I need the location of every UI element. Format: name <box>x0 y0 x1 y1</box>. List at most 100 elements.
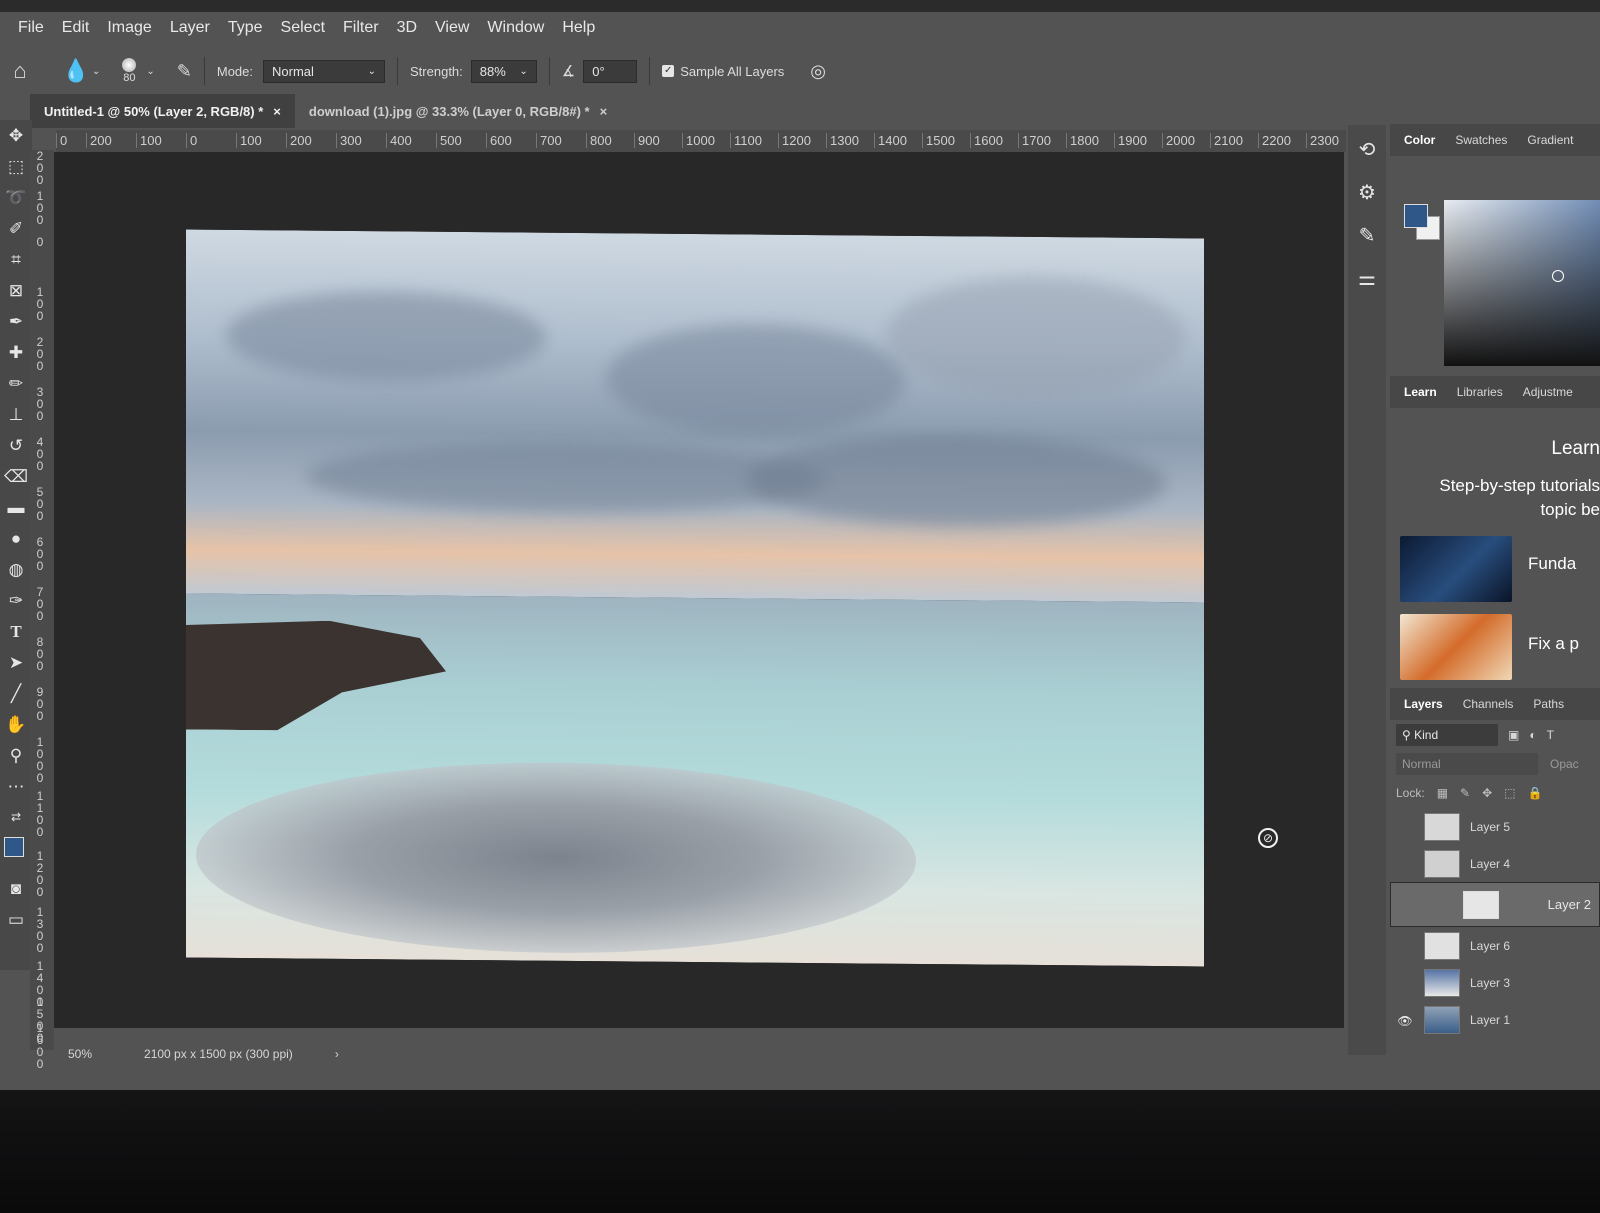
visibility-toggle[interactable] <box>1397 899 1415 911</box>
angle-icon: ∡ <box>561 63 576 80</box>
healing-brush-tool-icon[interactable]: ✚ <box>0 337 32 368</box>
more-tools-icon[interactable]: ⋯ <box>0 771 32 802</box>
layer-kind-filter[interactable]: ⚲ Kind <box>1396 724 1498 746</box>
mode-select[interactable]: Normal ⌄ <box>263 59 386 83</box>
quick-mask-icon[interactable]: ◙ <box>0 873 32 904</box>
brush-settings-icon[interactable]: ✎ <box>177 61 192 82</box>
layer-row[interactable]: Layer 6 <box>1390 927 1600 964</box>
marquee-tool-icon[interactable]: ⬚ <box>0 151 32 182</box>
history-icon[interactable]: ⟲ <box>1359 137 1376 162</box>
lock-transparent-icon[interactable]: ▦ <box>1437 786 1448 800</box>
pen-tool-icon[interactable]: ✑ <box>0 585 32 616</box>
pressure-icon[interactable]: ◎ <box>810 61 826 82</box>
visibility-toggle[interactable] <box>1396 858 1414 870</box>
sample-all-layers-checkbox[interactable]: ✓ <box>662 65 675 77</box>
menu-window[interactable]: Window <box>487 19 544 37</box>
tutorial-title[interactable]: Fix a p <box>1528 634 1579 654</box>
layer-row-selected[interactable]: Layer 2 <box>1390 882 1600 927</box>
tab-color[interactable]: Color <box>1404 133 1435 147</box>
menu-layer[interactable]: Layer <box>170 19 210 37</box>
foreground-color-swatch[interactable] <box>4 837 24 857</box>
menu-edit[interactable]: Edit <box>62 19 90 37</box>
blend-mode-select[interactable]: Normal <box>1396 753 1538 775</box>
hand-tool-icon[interactable]: ✋ <box>0 709 32 740</box>
layer-row[interactable]: 👁 Layer 1 <box>1390 1001 1600 1038</box>
color-picker-handle[interactable] <box>1552 270 1564 282</box>
frame-tool-icon[interactable]: ⊠ <box>0 275 32 306</box>
lasso-tool-icon[interactable]: ➰ <box>0 182 32 213</box>
brush-settings-panel-icon[interactable]: ✎ <box>1359 223 1376 248</box>
angle-field[interactable]: 0° <box>583 59 638 83</box>
menu-view[interactable]: View <box>435 19 469 37</box>
color-swatches[interactable] <box>0 833 33 873</box>
tab-untitled-1[interactable]: Untitled-1 @ 50% (Layer 2, RGB/8) * × <box>30 94 295 128</box>
lock-pixels-icon[interactable]: ✎ <box>1460 786 1470 800</box>
clone-stamp-tool-icon[interactable]: ⊥ <box>0 399 32 430</box>
menu-help[interactable]: Help <box>562 19 595 37</box>
brush-tool-icon[interactable]: ✏ <box>0 368 32 399</box>
brush-preset-picker[interactable]: 80 <box>122 58 137 84</box>
layer-row[interactable]: Layer 3 <box>1390 964 1600 1001</box>
tab-channels[interactable]: Channels <box>1463 697 1514 711</box>
lock-all-icon[interactable]: 🔒 <box>1528 786 1543 800</box>
crop-tool-icon[interactable]: ⌗ <box>0 244 32 275</box>
adjustment-filter-icon[interactable]: ◐ <box>1529 728 1536 742</box>
move-tool-icon[interactable]: ✥ <box>0 120 32 151</box>
lock-artboard-icon[interactable]: ⬚ <box>1504 786 1515 800</box>
visibility-toggle[interactable] <box>1396 821 1414 833</box>
layer-row[interactable]: Layer 5 <box>1390 808 1600 845</box>
tab-gradient[interactable]: Gradient <box>1527 133 1573 147</box>
dodge-tool-icon[interactable]: ◍ <box>0 554 32 585</box>
chevron-down-icon[interactable]: ⌄ <box>92 66 100 77</box>
eye-icon[interactable]: 👁 <box>1396 1014 1414 1028</box>
history-brush-tool-icon[interactable]: ↺ <box>0 430 32 461</box>
tab-layers[interactable]: Layers <box>1404 697 1443 711</box>
screen-mode-icon[interactable]: ▭ <box>0 904 32 935</box>
type-tool-icon[interactable]: T <box>0 616 32 647</box>
line-tool-icon[interactable]: ╱ <box>0 678 32 709</box>
eraser-tool-icon[interactable]: ⌫ <box>0 461 32 492</box>
tutorial-title[interactable]: Funda <box>1528 554 1576 574</box>
tab-learn[interactable]: Learn <box>1404 385 1437 399</box>
foreground-color-swatch[interactable] <box>1404 204 1428 228</box>
eyedropper-tool-icon[interactable]: ✒ <box>0 306 32 337</box>
strength-field[interactable]: 88% ⌄ <box>470 59 537 83</box>
tutorial-thumbnail[interactable] <box>1400 536 1512 602</box>
sample-all-layers-label[interactable]: Sample All Layers <box>680 64 784 79</box>
tab-paths[interactable]: Paths <box>1533 697 1564 711</box>
path-select-tool-icon[interactable]: ➤ <box>0 647 32 678</box>
image-filter-icon[interactable]: ▣ <box>1508 728 1519 742</box>
color-picker-field[interactable] <box>1444 200 1600 366</box>
type-filter-icon[interactable]: T <box>1547 728 1554 742</box>
close-icon[interactable]: × <box>600 104 608 119</box>
menu-type[interactable]: Type <box>228 19 263 37</box>
menu-image[interactable]: Image <box>107 19 151 37</box>
lock-position-icon[interactable]: ✥ <box>1482 786 1492 800</box>
zoom-level[interactable]: 50% <box>68 1047 92 1061</box>
tab-download-jpg[interactable]: download (1).jpg @ 33.3% (Layer 0, RGB/8… <box>295 94 621 128</box>
menu-file[interactable]: File <box>18 19 44 37</box>
zoom-tool-icon[interactable]: ⚲ <box>0 740 32 771</box>
learn-panel: Learn Step-by-step tutorials topic be Fu… <box>1390 408 1600 688</box>
status-menu-arrow[interactable]: › <box>335 1047 339 1061</box>
properties-icon[interactable]: ⚙ <box>1358 180 1376 205</box>
layer-row[interactable]: Layer 4 <box>1390 845 1600 882</box>
tab-adjustments[interactable]: Adjustme <box>1523 385 1573 399</box>
visibility-toggle[interactable] <box>1396 940 1414 952</box>
tab-swatches[interactable]: Swatches <box>1455 133 1507 147</box>
adjustments-icon[interactable]: ⚌ <box>1358 266 1376 291</box>
tutorial-thumbnail[interactable] <box>1400 614 1512 680</box>
menu-filter[interactable]: Filter <box>343 19 379 37</box>
tab-libraries[interactable]: Libraries <box>1457 385 1503 399</box>
chevron-down-icon[interactable]: ⌄ <box>146 66 154 77</box>
home-icon[interactable]: ⌂ <box>4 58 36 84</box>
quick-select-tool-icon[interactable]: ✐ <box>0 213 32 244</box>
menu-select[interactable]: Select <box>281 19 325 37</box>
document-canvas[interactable] <box>186 229 1204 967</box>
close-icon[interactable]: × <box>273 104 281 119</box>
visibility-toggle[interactable] <box>1396 977 1414 989</box>
swap-colors-icon[interactable]: ⇄ <box>0 802 32 833</box>
menu-3d[interactable]: 3D <box>397 19 417 37</box>
gradient-tool-icon[interactable]: ▬ <box>0 492 32 523</box>
blur-tool-icon[interactable]: ● <box>0 523 32 554</box>
